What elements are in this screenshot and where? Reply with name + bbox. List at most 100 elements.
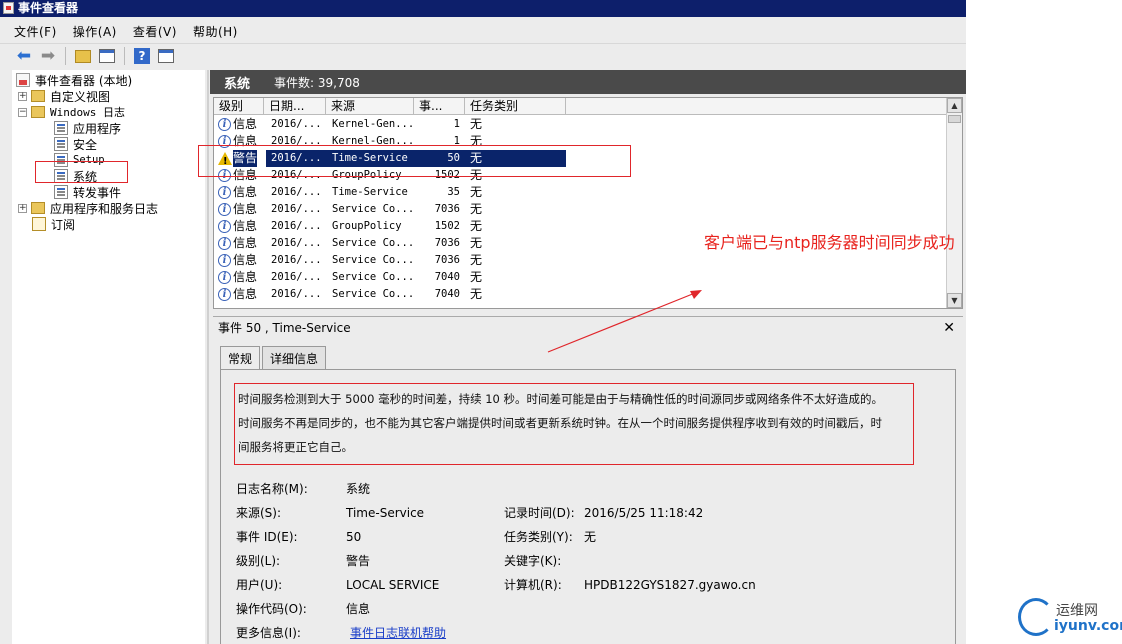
- recorded-value: 2016/5/25 11:18:42: [584, 506, 704, 520]
- cell-level: i 信息: [218, 218, 270, 235]
- cell-event-id: 1502: [434, 220, 460, 232]
- log-name-label: 日志名称(M):: [236, 482, 308, 496]
- tree-app-service-logs[interactable]: + 应用程序和服务日志: [18, 200, 158, 216]
- cell-event-id: 35: [447, 186, 460, 198]
- table-row[interactable]: i 信息 2016/... Service Co... 7040 无: [214, 286, 947, 303]
- cell-event-id: 7040: [434, 271, 460, 283]
- cell-event-id: 7036: [434, 203, 460, 215]
- cell-level: i 信息: [218, 116, 270, 133]
- expand-icon[interactable]: +: [18, 91, 27, 101]
- log-header: 系统 事件数: 39,708: [210, 70, 966, 94]
- cell-date: 2016/...: [271, 288, 322, 300]
- user-label: 用户(U):: [236, 578, 283, 592]
- menu-help[interactable]: 帮助(H): [193, 23, 238, 40]
- info-icon: i: [218, 186, 231, 199]
- info-icon: i: [218, 220, 231, 233]
- cell-level: i 信息: [218, 286, 270, 303]
- grid-scrollbar[interactable]: ▲ ▼: [946, 98, 962, 308]
- log-icon: [54, 137, 68, 151]
- task-label: 任务类别(Y):: [504, 530, 573, 544]
- source-label: 来源(S):: [236, 506, 282, 520]
- cell-date: 2016/...: [271, 118, 322, 130]
- folder-icon: [31, 106, 45, 118]
- table-row[interactable]: i 信息 2016/... Time-Service 35 无: [214, 184, 947, 201]
- help-icon[interactable]: ?: [132, 46, 152, 66]
- cell-event-id: 1: [453, 118, 460, 130]
- watermark-cn: 运维网: [1056, 603, 1098, 619]
- menu-action[interactable]: 操作(A): [73, 23, 117, 40]
- show-hide-tree-icon[interactable]: [97, 46, 117, 66]
- table-row[interactable]: i 信息 2016/... Service Co... 7040 无: [214, 269, 947, 286]
- level-label: 级别(L):: [236, 554, 281, 568]
- info-icon: i: [218, 254, 231, 267]
- task-value: 无: [584, 530, 597, 544]
- recorded-label: 记录时间(D):: [504, 506, 575, 520]
- scroll-down-icon[interactable]: ▼: [947, 293, 962, 308]
- up-folder-icon[interactable]: [73, 46, 93, 66]
- info-icon: i: [218, 118, 231, 131]
- cell-date: 2016/...: [271, 203, 322, 215]
- cell-task-category: 无: [470, 117, 483, 131]
- cell-event-id: 7036: [434, 254, 460, 266]
- info-icon: i: [218, 288, 231, 301]
- event-viewer-window: 事件查看器 文件(F) 操作(A) 查看(V) 帮助(H) ⬅ ➡ ? 事件查看…: [0, 0, 966, 644]
- col-event-id[interactable]: 事...: [414, 98, 465, 115]
- opcode-value: 信息: [346, 602, 371, 616]
- cell-level: i 信息: [218, 235, 270, 252]
- forward-arrow-icon[interactable]: ➡: [38, 46, 58, 66]
- tab-details[interactable]: 详细信息: [262, 346, 327, 370]
- tree-application[interactable]: 应用程序: [54, 120, 121, 136]
- toolbar-separator: [65, 47, 66, 65]
- window-title: 事件查看器: [18, 1, 79, 15]
- close-icon[interactable]: ✕: [943, 317, 955, 339]
- level-value: 警告: [346, 554, 371, 568]
- toolbar-separator: [124, 47, 125, 65]
- log-name-value: 系统: [346, 482, 371, 496]
- expand-icon[interactable]: +: [18, 203, 27, 213]
- cell-source: Time-Service: [332, 186, 408, 198]
- scroll-up-icon[interactable]: ▲: [947, 98, 962, 113]
- menu-view[interactable]: 查看(V): [133, 23, 177, 40]
- navigation-tree: 事件查看器 (本地) + 自定义视图 − Windows 日志 应用程序 安全 …: [12, 70, 205, 644]
- col-source[interactable]: 来源: [326, 98, 414, 115]
- title-bar: 事件查看器: [0, 0, 966, 17]
- action-pane-icon[interactable]: [156, 46, 176, 66]
- tree-custom-views[interactable]: + 自定义视图: [18, 88, 110, 104]
- annotation-note: 客户端已与ntp服务器时间同步成功: [704, 233, 955, 252]
- collapse-icon[interactable]: −: [18, 107, 27, 117]
- table-row[interactable]: i 信息 2016/... Kernel-Gen... 1 无: [214, 116, 947, 133]
- tree-subscriptions[interactable]: 订阅: [32, 216, 75, 232]
- log-icon: [54, 185, 68, 199]
- cell-level: i 信息: [218, 252, 270, 269]
- info-icon: i: [218, 203, 231, 216]
- menu-file[interactable]: 文件(F): [14, 23, 57, 40]
- tree-windows-logs[interactable]: − Windows 日志: [18, 104, 125, 120]
- cell-source: Service Co...: [332, 237, 414, 249]
- cell-task-category: 无: [470, 287, 483, 301]
- cell-task-category: 无: [470, 236, 483, 250]
- cell-level: i 信息: [218, 184, 270, 201]
- watermark-logo: 运维网 iyunv.com: [1016, 596, 1122, 640]
- source-value: Time-Service: [346, 506, 425, 520]
- tree-security[interactable]: 安全: [54, 136, 97, 152]
- col-level[interactable]: 级别: [214, 98, 264, 115]
- col-date[interactable]: 日期...: [264, 98, 326, 115]
- back-arrow-icon[interactable]: ⬅: [14, 46, 34, 66]
- cell-task-category: 无: [470, 202, 483, 216]
- more-info-link[interactable]: 事件日志联机帮助: [350, 623, 446, 643]
- log-title: 系统: [224, 76, 251, 92]
- detail-header: 事件 50 , Time-Service ✕: [213, 316, 963, 338]
- cell-task-category: 无: [470, 185, 483, 199]
- scroll-thumb[interactable]: [948, 115, 961, 123]
- cell-date: 2016/...: [271, 271, 322, 283]
- event-id-value: 50: [346, 530, 362, 544]
- cell-source: Service Co...: [332, 288, 414, 300]
- tree-root[interactable]: 事件查看器 (本地): [16, 72, 132, 88]
- table-row[interactable]: i 信息 2016/... Service Co... 7036 无: [214, 252, 947, 269]
- cell-task-category: 无: [470, 219, 483, 233]
- tree-forwarded-events[interactable]: 转发事件: [54, 184, 121, 200]
- col-task-category[interactable]: 任务类别: [465, 98, 566, 115]
- cell-date: 2016/...: [271, 254, 322, 266]
- user-value: LOCAL SERVICE: [346, 578, 440, 592]
- table-row[interactable]: i 信息 2016/... Service Co... 7036 无: [214, 201, 947, 218]
